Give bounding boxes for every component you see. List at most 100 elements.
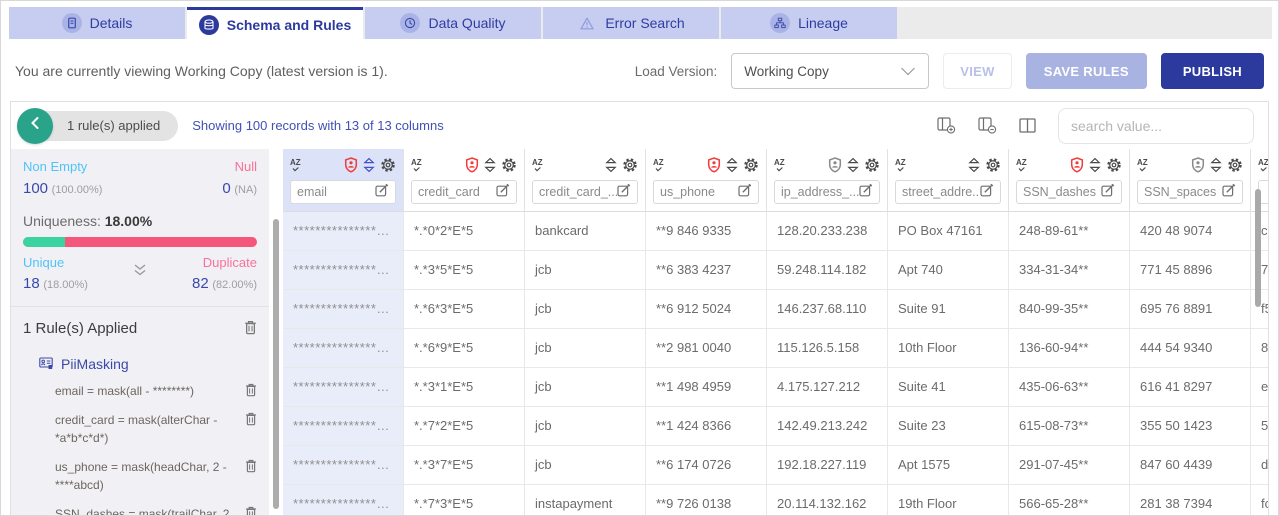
- sort-updown-icon[interactable]: [605, 157, 617, 173]
- sort-az-icon[interactable]: AZ: [895, 157, 910, 173]
- table-cell: Suite 23: [888, 407, 1009, 445]
- sort-updown-icon[interactable]: [484, 157, 496, 173]
- tab-details[interactable]: Details: [9, 7, 185, 39]
- tab-schema-and-rules[interactable]: Schema and Rules: [187, 7, 363, 39]
- pii-shield-icon[interactable]: [828, 157, 842, 173]
- sort-updown-icon[interactable]: [363, 157, 375, 173]
- sort-az-icon[interactable]: AZ: [1137, 157, 1152, 173]
- column-name-input[interactable]: credit_card: [411, 180, 517, 204]
- table-cell: fc: [1251, 485, 1268, 516]
- table-row: *********************.*3*5*E*5jcb**6 383…: [283, 251, 1268, 290]
- column-name-input[interactable]: credit_card_...: [532, 180, 638, 204]
- column-header-street_addre...: AZ street_addre...: [888, 149, 1009, 212]
- sort-az-icon[interactable]: AZ: [411, 157, 426, 173]
- table-cell: ********************: [283, 485, 404, 516]
- sort-az-icon[interactable]: AZ: [1016, 157, 1031, 173]
- trash-icon[interactable]: [244, 319, 257, 338]
- column-name-input[interactable]: SSN_dashes: [1016, 180, 1122, 204]
- svg-text:AZ: AZ: [1258, 158, 1268, 167]
- table-cell: **6 912 5024: [646, 290, 767, 328]
- column-name-input[interactable]: us_phone: [653, 180, 759, 204]
- pii-shield-icon[interactable]: [344, 157, 358, 173]
- column-header-credit_card_...: AZ credit_card_...: [525, 149, 646, 212]
- table-cell: PO Box 47161: [888, 212, 1009, 250]
- trash-icon[interactable]: [245, 458, 257, 495]
- edit-icon[interactable]: [859, 183, 873, 202]
- trash-icon[interactable]: [245, 382, 257, 401]
- duplicate-value: 82: [192, 275, 209, 292]
- table-cell: 847 60 4439: [1130, 446, 1251, 484]
- sort-updown-icon[interactable]: [847, 157, 859, 173]
- sort-updown-icon[interactable]: [726, 157, 738, 173]
- trash-icon[interactable]: [245, 411, 257, 448]
- table-cell: **1 498 4959: [646, 368, 767, 406]
- search-input[interactable]: [1058, 108, 1254, 144]
- load-version-select[interactable]: Working Copy: [731, 53, 929, 89]
- sort-az-icon[interactable]: AZ: [653, 157, 668, 173]
- sidebar-scrollbar[interactable]: [269, 149, 283, 516]
- gear-icon[interactable]: [622, 157, 638, 173]
- edit-icon[interactable]: [738, 183, 752, 202]
- back-button[interactable]: [17, 108, 53, 144]
- table-scrollbar-thumb[interactable]: [1255, 189, 1261, 307]
- rule-group-piimasking[interactable]: PiiMasking: [39, 356, 257, 372]
- sort-az-icon[interactable]: AZ: [290, 157, 305, 173]
- gear-icon[interactable]: [985, 157, 1001, 173]
- unique-label: Unique: [23, 255, 64, 270]
- gear-icon[interactable]: [743, 157, 759, 173]
- gear-icon[interactable]: [501, 157, 517, 173]
- gear-icon[interactable]: [380, 157, 396, 173]
- add-column-icon[interactable]: [937, 117, 956, 134]
- save-rules-button[interactable]: SAVE RULES: [1026, 53, 1147, 89]
- publish-button[interactable]: PUBLISH: [1161, 53, 1264, 89]
- sort-updown-icon[interactable]: [1089, 157, 1101, 173]
- trash-icon[interactable]: [245, 505, 257, 516]
- sort-updown-icon[interactable]: [1210, 157, 1222, 173]
- table-cell: *.*6*3*E*5: [404, 290, 525, 328]
- non-empty-value: 100: [23, 180, 48, 197]
- scrollbar-thumb[interactable]: [273, 219, 279, 509]
- pii-shield-icon[interactable]: [465, 157, 479, 173]
- column-name-input[interactable]: email: [290, 180, 396, 204]
- edit-icon[interactable]: [496, 183, 510, 202]
- uniqueness-bar: [23, 237, 257, 247]
- pii-shield-icon[interactable]: [707, 157, 721, 173]
- column-name-input[interactable]: SSN_spaces: [1137, 180, 1243, 204]
- table-row: *********************.*3*7*E*5jcb**6 174…: [283, 446, 1268, 485]
- column-name-input[interactable]: ip_address_...: [774, 180, 880, 204]
- tab-data-quality[interactable]: Data Quality: [365, 7, 541, 39]
- table-cell: ********************: [283, 251, 404, 289]
- sort-updown-icon[interactable]: [968, 157, 980, 173]
- sort-az-icon[interactable]: AZ: [774, 157, 789, 173]
- column-name-input[interactable]: street_addre...: [895, 180, 1001, 204]
- uniqueness-label: Uniqueness:: [23, 213, 101, 229]
- edit-icon[interactable]: [1222, 183, 1236, 202]
- tab-error-search[interactable]: Error Search: [543, 7, 719, 39]
- column-header-email: AZ email: [283, 149, 404, 212]
- load-version-label: Load Version:: [635, 64, 718, 79]
- tab-lineage[interactable]: Lineage: [721, 7, 897, 39]
- view-button[interactable]: VIEW: [943, 53, 1011, 89]
- edit-icon[interactable]: [980, 183, 994, 202]
- pii-shield-icon[interactable]: [1070, 157, 1084, 173]
- edit-icon[interactable]: [375, 183, 389, 202]
- remove-column-icon[interactable]: [978, 117, 997, 134]
- gear-icon[interactable]: [864, 157, 880, 173]
- pii-shield-icon[interactable]: [1191, 157, 1205, 173]
- sort-az-icon[interactable]: AZ: [1258, 157, 1268, 173]
- svg-text:AZ: AZ: [895, 158, 906, 167]
- edit-icon[interactable]: [1101, 183, 1115, 202]
- table-cell: 146.237.68.110: [767, 290, 888, 328]
- sort-az-icon[interactable]: AZ: [532, 157, 547, 173]
- columns-layout-icon[interactable]: [1019, 118, 1036, 133]
- table-cell: 840-99-35**: [1009, 290, 1130, 328]
- rule-text: email = mask(all - ********): [55, 382, 245, 401]
- table-cell: jcb: [525, 290, 646, 328]
- rule-text: SSN_dashes = mask(trailChar, 2 - abcd***…: [55, 505, 245, 516]
- non-empty-label: Non Empty: [23, 159, 87, 174]
- gear-icon[interactable]: [1106, 157, 1122, 173]
- app-window: Details Schema and Rules Data Quality Er…: [0, 0, 1279, 516]
- edit-icon[interactable]: [617, 183, 631, 202]
- gear-icon[interactable]: [1227, 157, 1243, 173]
- table-cell: **6 174 0726: [646, 446, 767, 484]
